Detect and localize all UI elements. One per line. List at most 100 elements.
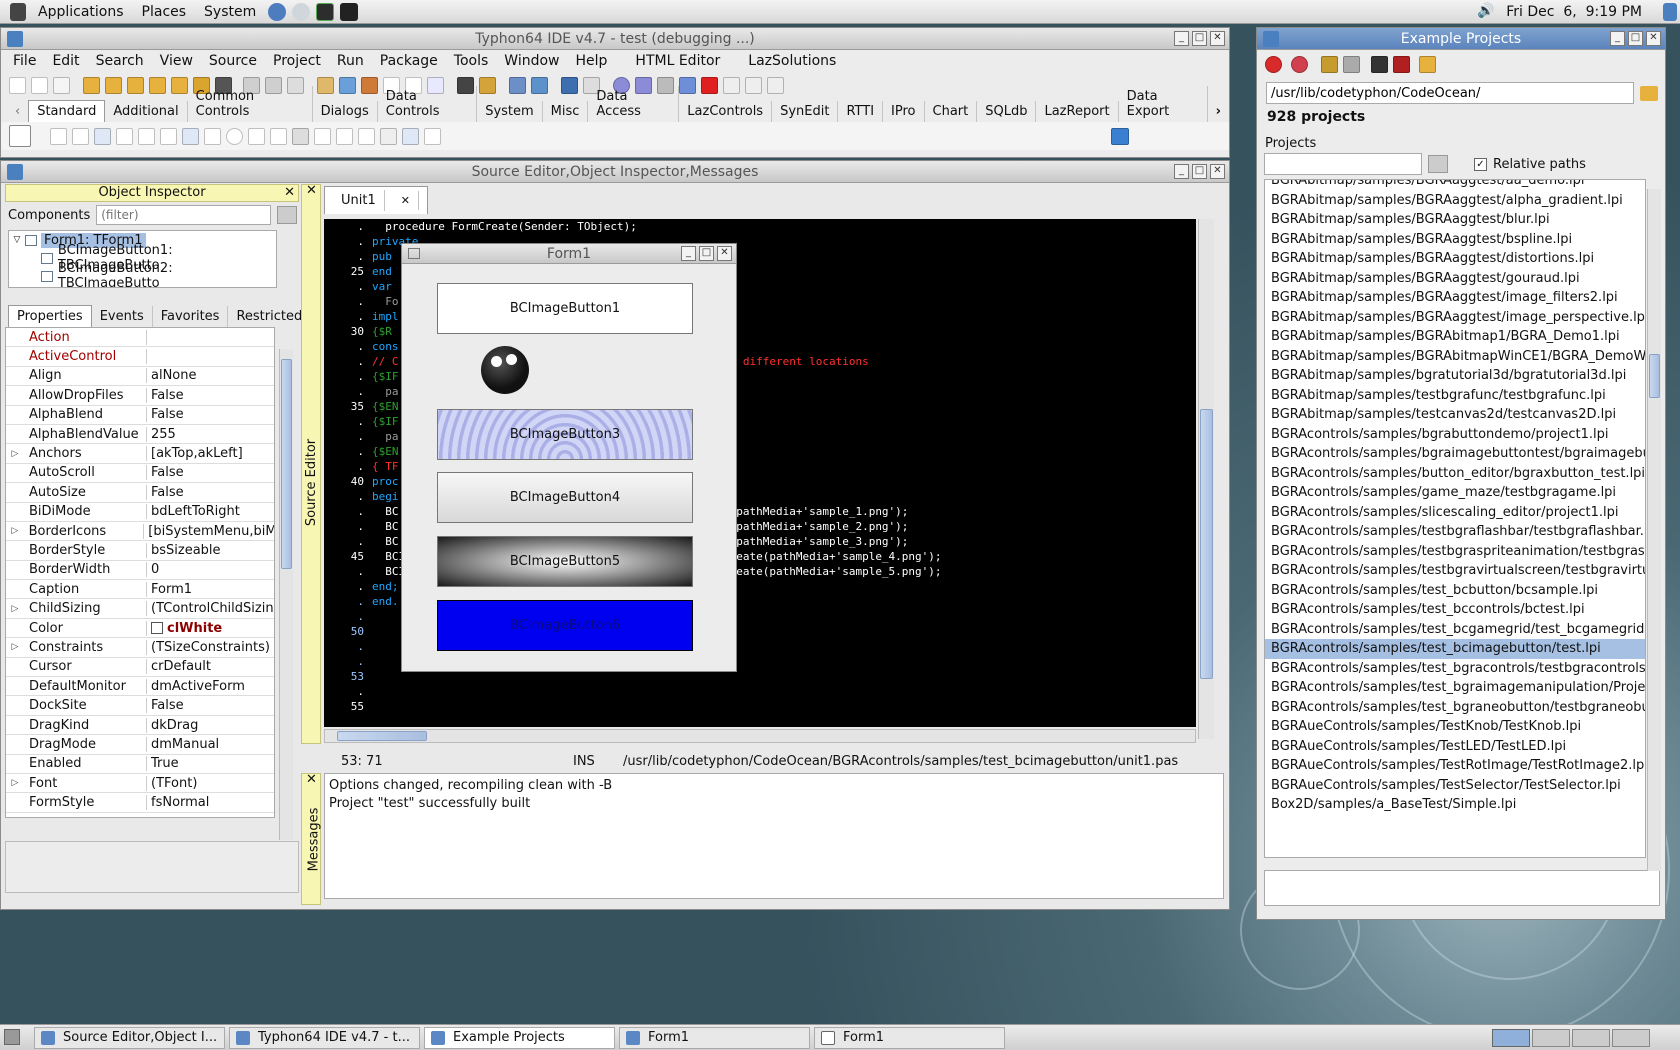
projects-list[interactable]: BGRAbitmap/samples/BGRAaggtest/aa_demo.l… [1264, 179, 1646, 858]
project-list-item[interactable]: BGRAcontrols/samples/game_maze/testbgrag… [1265, 483, 1645, 503]
property-value[interactable]: (TSizeConstraints) [147, 640, 270, 655]
system-monitor-icon[interactable] [316, 2, 335, 21]
menu-edit[interactable]: Edit [44, 53, 87, 69]
property-value[interactable]: [biSystemMenu,biM [144, 524, 274, 539]
property-value[interactable]: fsNormal [147, 795, 209, 810]
tpanel-icon[interactable] [380, 127, 397, 145]
projects-scrollbar[interactable] [1647, 189, 1661, 871]
project-list-item[interactable]: BGRAcontrols/samples/bgrabuttondemo/proj… [1265, 425, 1645, 445]
property-value[interactable]: dmActiveForm [147, 679, 245, 694]
network-launcher-icon[interactable] [292, 2, 311, 21]
property-row[interactable]: ▷ Constraints (TSizeConstraints) [6, 638, 274, 658]
pause-icon[interactable] [679, 76, 696, 94]
project-list-item[interactable]: BGRAueControls/samples/TestRotImage/Test… [1265, 756, 1645, 776]
close-icon[interactable] [1265, 55, 1282, 73]
property-row[interactable]: AutoSize False [6, 483, 274, 503]
project-list-item[interactable]: BGRAcontrols/samples/testbgraflashbar/te… [1265, 522, 1645, 542]
project-list-item[interactable]: BGRAbitmap/samples/BGRAaggtest/aa_demo.l… [1265, 180, 1645, 191]
tree-node[interactable]: BCImageButton2: TBCImageButto [9, 261, 276, 287]
tab-dialogs[interactable]: Dialogs [313, 101, 378, 122]
components-filter-input[interactable] [96, 205, 272, 225]
property-row[interactable]: ▷ Anchors [akTop,akLeft] [6, 444, 274, 464]
property-row[interactable]: AutoScroll False [6, 464, 274, 484]
property-value[interactable]: (TControlChildSizin [147, 601, 274, 616]
messages-side-tab[interactable]: ✕ Messages [301, 772, 321, 905]
property-row[interactable]: ▷ BorderIcons [biSystemMenu,biM [6, 522, 274, 542]
new-file-icon[interactable] [9, 76, 26, 94]
property-row[interactable]: DockSite False [6, 696, 274, 716]
project-list-item[interactable]: BGRAueControls/samples/TestSelector/Test… [1265, 776, 1645, 796]
tcheckbox-icon[interactable] [204, 127, 221, 145]
show-desktop-icon[interactable] [4, 1029, 20, 1045]
project-list-item[interactable]: BGRAbitmap/samples/bgratutorial3d/bgratu… [1265, 366, 1645, 386]
taskbar-form1-b[interactable]: Form1 [814, 1026, 1005, 1049]
menu-search[interactable]: Search [88, 53, 152, 69]
source-editor-side-tab[interactable]: ✕ Source Editor [301, 183, 321, 744]
project-list-item[interactable]: BGRAcontrols/samples/testbgraspriteanima… [1265, 542, 1645, 562]
refresh-icon[interactable] [1291, 55, 1308, 73]
project-list-item[interactable]: Box2D/samples/a_BaseTest/Simple.lpi [1265, 795, 1645, 815]
property-value[interactable]: dkDrag [147, 718, 198, 733]
tab-chart[interactable]: Chart [925, 101, 978, 122]
tab-common-controls[interactable]: Common Controls [188, 86, 313, 122]
menu-help[interactable]: Help [568, 53, 616, 69]
save-project-icon[interactable] [149, 76, 166, 94]
tmemo-icon[interactable] [160, 127, 177, 145]
property-value[interactable]: False [147, 698, 184, 713]
filter-icon[interactable] [277, 206, 298, 224]
property-row[interactable]: DefaultMonitor dmActiveForm [6, 677, 274, 697]
project-list-item[interactable]: BGRAcontrols/samples/test_bcimagebutton/… [1265, 639, 1645, 659]
example-projects-titlebar[interactable]: Example Projects _ □ ✕ [1257, 28, 1665, 50]
gnome-foot-icon[interactable] [10, 2, 26, 21]
tbutton-icon[interactable] [94, 127, 111, 145]
property-value[interactable]: (TFont) [147, 776, 197, 791]
folder-icon[interactable] [1640, 85, 1658, 101]
project-list-item[interactable]: BGRAbitmap/samples/BGRAaggtest/image_per… [1265, 308, 1645, 328]
menu-applications[interactable]: Applications [29, 4, 133, 20]
open-recent-icon[interactable] [105, 76, 122, 94]
property-value[interactable]: [akTop,akLeft] [147, 446, 243, 461]
tab-ipro[interactable]: IPro [883, 101, 925, 122]
close-button[interactable]: ✕ [717, 246, 732, 261]
tedit-icon[interactable] [138, 127, 155, 145]
tab-additional[interactable]: Additional [105, 101, 188, 122]
ttogglebox-icon[interactable] [182, 127, 199, 145]
find-icon[interactable] [171, 76, 188, 94]
bcimagebutton1[interactable]: BCImageButton1 [437, 283, 693, 334]
relative-paths-label[interactable]: Relative paths [1493, 157, 1586, 172]
taskbar-form1[interactable]: Form1 [619, 1026, 810, 1049]
menu-html-editor[interactable]: HTML Editor [627, 53, 728, 69]
tab-misc[interactable]: Misc [543, 101, 589, 122]
editor-window-titlebar[interactable]: Source Editor,Object Inspector,Messages … [1, 161, 1229, 183]
property-row[interactable]: Caption Form1 [6, 580, 274, 600]
project-list-item[interactable]: BGRAcontrols/samples/testbgravirtualscre… [1265, 561, 1645, 581]
close-icon[interactable]: ✕ [306, 183, 317, 198]
minimize-button[interactable]: _ [1174, 31, 1189, 46]
messages-list[interactable]: Options changed, recompiling clean with … [324, 773, 1224, 899]
maximize-button[interactable]: □ [1628, 31, 1643, 46]
open-icon[interactable] [83, 76, 100, 94]
bcimagebutton4[interactable]: BCImageButton4 [437, 472, 693, 523]
filter-icon[interactable] [1428, 155, 1448, 173]
property-value[interactable]: False [147, 388, 184, 403]
workspace-switcher[interactable] [1492, 1028, 1650, 1047]
taskbar-ide[interactable]: Typhon64 IDE v4.7 - t... [229, 1026, 420, 1049]
property-row[interactable]: Cursor crDefault [6, 658, 274, 678]
property-value[interactable]: False [147, 485, 184, 500]
minimize-button[interactable]: _ [681, 246, 696, 261]
property-row[interactable]: ▷ ChildSizing (TControlChildSizin [6, 599, 274, 619]
menu-window[interactable]: Window [496, 53, 567, 69]
tab-lazreport[interactable]: LazReport [1036, 101, 1119, 122]
menu-places[interactable]: Places [133, 4, 196, 20]
project-list-item[interactable]: BGRAbitmap/samples/BGRAbitmapWinCE1/BGRA… [1265, 347, 1645, 367]
browser-launcher-icon[interactable] [268, 2, 287, 21]
property-row[interactable]: FormStyle fsNormal [6, 793, 274, 813]
property-row[interactable]: AlphaBlend False [6, 406, 274, 425]
selection-tool-icon[interactable] [9, 125, 31, 147]
project-list-item[interactable]: BGRAbitmap/samples/BGRAaggtest/image_fil… [1265, 288, 1645, 308]
property-row[interactable]: BorderWidth 0 [6, 561, 274, 581]
menu-source[interactable]: Source [201, 53, 265, 69]
tab-lazcontrols[interactable]: LazControls [679, 101, 773, 122]
property-row[interactable]: Enabled True [6, 755, 274, 774]
project-list-item[interactable]: BGRAbitmap/samples/testbgrafunc/testbgra… [1265, 386, 1645, 406]
